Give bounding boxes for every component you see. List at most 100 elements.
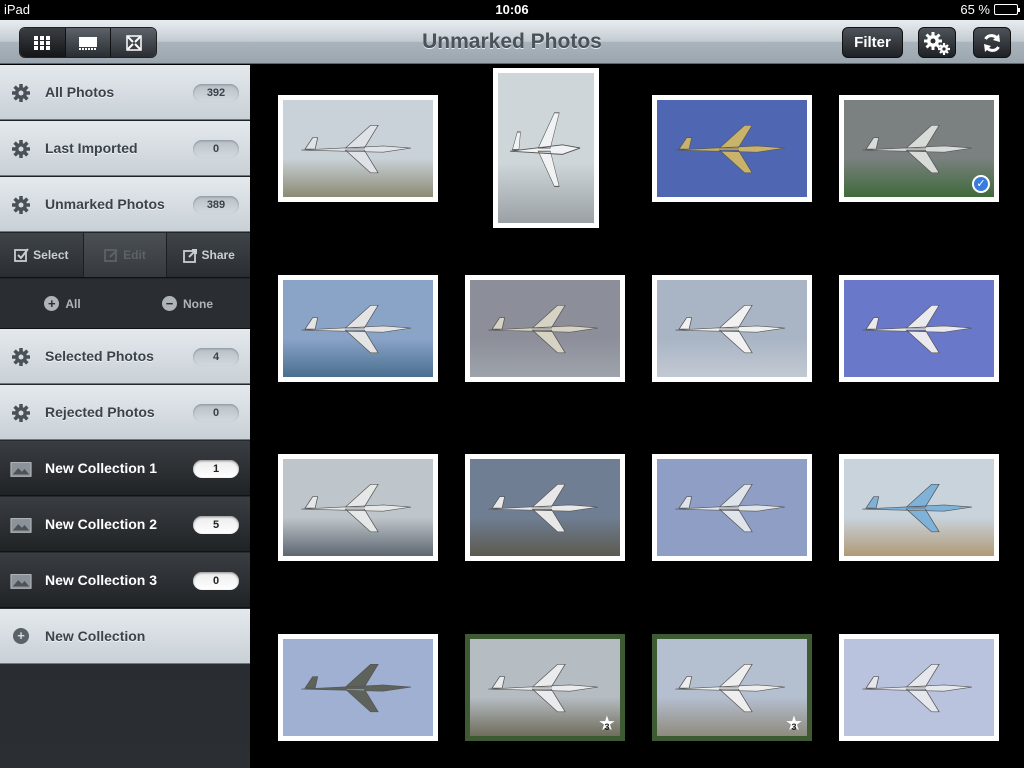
photo-image xyxy=(283,639,433,736)
photo-grid: ✓ ★ 3 ★ 3 xyxy=(250,65,1024,768)
select-all-button[interactable]: + All xyxy=(0,279,125,328)
photo-thumbnail[interactable] xyxy=(465,275,625,382)
count-badge: 0 xyxy=(193,572,239,590)
photo-image xyxy=(657,459,807,556)
refresh-button[interactable] xyxy=(973,27,1011,58)
gear-icon xyxy=(12,84,30,102)
photo-thumbnail[interactable] xyxy=(278,275,438,382)
count-badge: 0 xyxy=(193,140,239,158)
sidebar-item-label: Unmarked Photos xyxy=(45,196,165,212)
count-badge: 0 xyxy=(193,404,239,422)
photo-thumbnail[interactable] xyxy=(278,454,438,561)
sidebar-item-unmarked-photos[interactable]: Unmarked Photos 389 xyxy=(0,177,250,232)
aircraft-icon xyxy=(509,112,580,187)
photo-thumbnail[interactable]: ✓ xyxy=(839,95,999,202)
sidebar-item-all-photos[interactable]: All Photos 392 xyxy=(0,65,250,120)
photo-thumbnail[interactable]: ★ 3 xyxy=(652,634,812,741)
photo-image xyxy=(657,100,807,197)
rating-star-icon: ★ 3 xyxy=(785,713,803,735)
aircraft-icon xyxy=(301,125,411,174)
aircraft-icon xyxy=(862,484,972,533)
plus-icon: + xyxy=(44,296,60,311)
status-bar: iPad 10:06 65 % xyxy=(0,0,1024,20)
count-badge: 392 xyxy=(193,84,239,102)
photo-image xyxy=(283,280,433,377)
select-button[interactable]: Select xyxy=(0,233,84,277)
minus-icon: − xyxy=(162,296,177,311)
new-collection-label: New Collection xyxy=(45,628,146,644)
rating-value: 3 xyxy=(604,722,610,732)
photo-image xyxy=(283,100,433,197)
aircraft-icon xyxy=(488,664,598,713)
sidebar-item-selected-photos[interactable]: Selected Photos 4 xyxy=(0,329,250,384)
photo-thumbnail[interactable] xyxy=(839,634,999,741)
photo-thumbnail[interactable] xyxy=(652,95,812,202)
select-none-button[interactable]: − None xyxy=(125,279,250,328)
checkbox-icon xyxy=(14,247,29,262)
photo-image xyxy=(657,280,807,377)
count-badge: 5 xyxy=(193,516,239,534)
settings-button[interactable] xyxy=(918,27,956,58)
aircraft-icon xyxy=(675,125,785,174)
photo-image xyxy=(283,459,433,556)
photo-thumbnail[interactable] xyxy=(465,454,625,561)
gear-icon xyxy=(12,140,30,158)
photo-image: ★ 3 xyxy=(657,639,807,736)
photo-thumbnail[interactable] xyxy=(839,275,999,382)
aircraft-icon xyxy=(488,305,598,354)
photo-thumbnail[interactable] xyxy=(493,68,599,228)
rating-star-icon: ★ 3 xyxy=(598,713,616,735)
sidebar-item-label: New Collection 2 xyxy=(45,516,158,532)
aircraft-icon xyxy=(301,664,411,713)
battery-icon xyxy=(994,4,1020,15)
photo-thumbnail[interactable] xyxy=(278,95,438,202)
battery-percent: 65 % xyxy=(960,2,990,17)
navigation-bar: Unmarked Photos Filter xyxy=(0,20,1024,64)
sidebar-item-collection-2[interactable]: New Collection 2 5 xyxy=(0,497,250,552)
gear-icon xyxy=(12,348,30,366)
count-badge: 1 xyxy=(193,460,239,478)
sidebar-item-rejected-photos[interactable]: Rejected Photos 0 xyxy=(0,385,250,440)
rating-value: 3 xyxy=(791,722,797,732)
refresh-icon xyxy=(984,33,1000,52)
photo-image xyxy=(844,280,994,377)
aircraft-icon xyxy=(675,484,785,533)
photo-thumbnail[interactable] xyxy=(839,454,999,561)
select-all-none: + All − None xyxy=(0,279,250,329)
aircraft-icon xyxy=(301,305,411,354)
photo-thumbnail[interactable] xyxy=(278,634,438,741)
aircraft-icon xyxy=(675,305,785,354)
count-badge: 4 xyxy=(193,348,239,366)
edit-button[interactable]: Edit xyxy=(83,233,168,277)
select-all-label: All xyxy=(65,296,81,311)
selection-toolbar: Select Edit Share xyxy=(0,233,250,278)
clock: 10:06 xyxy=(495,2,529,17)
sidebar-item-label: Rejected Photos xyxy=(45,404,155,420)
sidebar-item-label: Last Imported xyxy=(45,140,138,156)
photo-image xyxy=(470,459,620,556)
sidebar-item-last-imported[interactable]: Last Imported 0 xyxy=(0,121,250,176)
photo-thumbnail[interactable] xyxy=(652,275,812,382)
aircraft-icon xyxy=(488,484,598,533)
photo-thumbnail[interactable]: ★ 3 xyxy=(465,634,625,741)
photo-thumbnail[interactable] xyxy=(652,454,812,561)
photo-image xyxy=(470,280,620,377)
share-label: Share xyxy=(201,248,235,262)
share-button[interactable]: Share xyxy=(167,233,250,277)
sidebar-item-collection-3[interactable]: New Collection 3 0 xyxy=(0,553,250,608)
sidebar-item-collection-1[interactable]: New Collection 1 1 xyxy=(0,441,250,496)
selected-check-icon: ✓ xyxy=(972,175,990,193)
sidebar-item-label: New Collection 3 xyxy=(45,572,158,588)
new-collection-button[interactable]: + New Collection xyxy=(0,609,250,664)
sidebar-item-label: Selected Photos xyxy=(45,348,154,364)
photo-image: ★ 3 xyxy=(470,639,620,736)
aircraft-icon xyxy=(862,125,972,174)
select-label: Select xyxy=(33,248,69,262)
aircraft-icon xyxy=(301,484,411,533)
photo-image xyxy=(844,639,994,736)
edit-label: Edit xyxy=(123,248,146,262)
battery-indicator: 65 % xyxy=(960,2,1020,17)
gear-icon xyxy=(12,404,30,422)
filter-button[interactable]: Filter xyxy=(842,27,903,58)
add-icon: + xyxy=(13,628,29,644)
